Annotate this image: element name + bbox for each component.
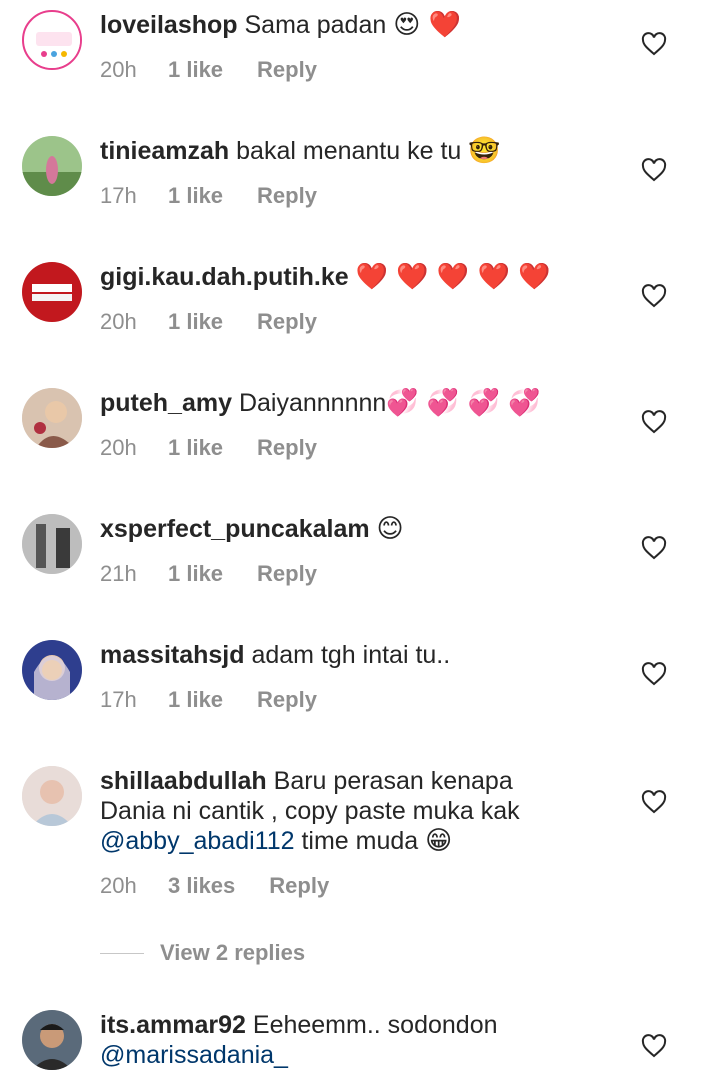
heart-outline-icon <box>641 790 667 814</box>
timestamp: 17h <box>100 183 137 208</box>
comment-text: puteh_amy Daiyannnnnn💞 💞 💞 💞 <box>100 388 620 418</box>
like-button[interactable] <box>641 1034 667 1058</box>
emoji: 😍 ❤️ <box>393 10 461 40</box>
comment-meta: 20h 1 like Reply <box>100 57 317 83</box>
heart-outline-icon <box>641 536 667 560</box>
comment-meta: 20h 1 like Reply <box>100 309 317 335</box>
username[interactable]: puteh_amy <box>100 389 232 417</box>
emoji: ❤️ ❤️ ❤️ ❤️ ❤️ <box>355 262 551 292</box>
timestamp: 20h <box>100 309 137 334</box>
comment-body: Eeheemm.. sodondon <box>252 1011 498 1039</box>
avatar[interactable] <box>22 514 82 574</box>
comment-meta: 17h 1 like Reply <box>100 183 317 209</box>
avatar[interactable] <box>22 1010 82 1070</box>
timestamp: 21h <box>100 561 137 586</box>
emoji: 🤓 <box>468 136 501 166</box>
username[interactable]: xsperfect_puncakalam <box>100 515 370 543</box>
like-button[interactable] <box>641 790 667 814</box>
like-count[interactable]: 1 like <box>168 687 223 713</box>
reply-button[interactable]: Reply <box>257 687 317 713</box>
emoji: 😊 <box>376 514 404 544</box>
comment-body-line: time muda <box>301 827 419 855</box>
username[interactable]: shillaabdullah <box>100 767 267 795</box>
comment-text: shillaabdullah Baru perasan kenapa Dania… <box>100 766 620 856</box>
timestamp: 20h <box>100 57 137 82</box>
comment-body: adam tgh intai tu.. <box>251 641 451 669</box>
comment-text: xsperfect_puncakalam 😊 <box>100 514 620 544</box>
emoji: 😁 <box>425 826 453 856</box>
avatar[interactable] <box>22 388 82 448</box>
profile-photo-icon <box>22 640 82 700</box>
like-count[interactable]: 1 like <box>168 183 223 209</box>
comment-body-line: Dania ni cantik , copy paste muka kak <box>100 797 520 825</box>
comment-meta: 20h 1 like Reply <box>100 435 317 461</box>
username[interactable]: massitahsjd <box>100 641 245 669</box>
comment-meta: 21h 1 like Reply <box>100 561 317 587</box>
profile-photo-icon <box>22 388 82 448</box>
heart-outline-icon <box>641 1034 667 1058</box>
comment-text: tinieamzah bakal menantu ke tu 🤓 <box>100 136 620 166</box>
like-button[interactable] <box>641 536 667 560</box>
view-replies-button[interactable]: View 2 replies <box>100 940 305 966</box>
timestamp: 17h <box>100 687 137 712</box>
comment-body: Daiyannnnnn <box>238 389 387 417</box>
profile-photo-icon <box>22 514 82 574</box>
heart-outline-icon <box>641 284 667 308</box>
reply-button[interactable]: Reply <box>269 873 329 899</box>
avatar[interactable] <box>22 640 82 700</box>
timestamp: 20h <box>100 435 137 460</box>
like-count[interactable]: 1 like <box>168 435 223 461</box>
comment-body: Sama padan <box>244 11 387 39</box>
heart-outline-icon <box>641 158 667 182</box>
divider <box>100 952 144 954</box>
heart-outline-icon <box>641 410 667 434</box>
comment-text: its.ammar92 Eeheemm.. sodondon @marissad… <box>100 1010 620 1070</box>
comment-meta: 17h 1 like Reply <box>100 687 317 713</box>
reply-button[interactable]: Reply <box>257 183 317 209</box>
avatar[interactable] <box>22 766 82 826</box>
mention-link[interactable]: @abby_abadi112 <box>100 827 295 855</box>
comment-text: massitahsjd adam tgh intai tu.. <box>100 640 620 670</box>
like-count[interactable]: 1 like <box>168 561 223 587</box>
avatar[interactable] <box>22 10 82 70</box>
reply-button[interactable]: Reply <box>257 309 317 335</box>
comment-body: bakal menantu ke tu <box>236 137 462 165</box>
profile-photo-icon <box>22 262 82 322</box>
emoji: 💞 💞 💞 💞 <box>386 388 541 418</box>
username[interactable]: loveilashop <box>100 11 238 39</box>
like-button[interactable] <box>641 662 667 686</box>
username[interactable]: tinieamzah <box>100 137 229 165</box>
comment-meta: 20h 3 likes Reply <box>100 873 329 899</box>
comment-text: gigi.kau.dah.putih.ke ❤️ ❤️ ❤️ ❤️ ❤️ <box>100 262 620 292</box>
profile-photo-icon <box>22 136 82 196</box>
like-button[interactable] <box>641 284 667 308</box>
avatar[interactable] <box>22 262 82 322</box>
like-count[interactable]: 1 like <box>168 309 223 335</box>
comment-text: loveilashop Sama padan 😍 ❤️ <box>100 10 620 40</box>
heart-outline-icon <box>641 662 667 686</box>
like-count[interactable]: 3 likes <box>168 873 235 899</box>
reply-button[interactable]: Reply <box>257 435 317 461</box>
reply-button[interactable]: Reply <box>257 57 317 83</box>
profile-photo-icon <box>22 1010 82 1070</box>
timestamp: 20h <box>100 873 137 898</box>
mention-link[interactable]: @marissadania_ <box>100 1041 288 1069</box>
username[interactable]: its.ammar92 <box>100 1011 246 1039</box>
like-button[interactable] <box>641 32 667 56</box>
profile-photo-icon <box>22 766 82 826</box>
comment-body: Baru perasan kenapa <box>273 767 513 795</box>
avatar[interactable] <box>22 136 82 196</box>
shop-logo-icon <box>26 14 80 68</box>
like-button[interactable] <box>641 410 667 434</box>
like-button[interactable] <box>641 158 667 182</box>
username[interactable]: gigi.kau.dah.putih.ke <box>100 263 349 291</box>
heart-outline-icon <box>641 32 667 56</box>
view-replies-label: View 2 replies <box>160 940 306 965</box>
like-count[interactable]: 1 like <box>168 57 223 83</box>
reply-button[interactable]: Reply <box>257 561 317 587</box>
